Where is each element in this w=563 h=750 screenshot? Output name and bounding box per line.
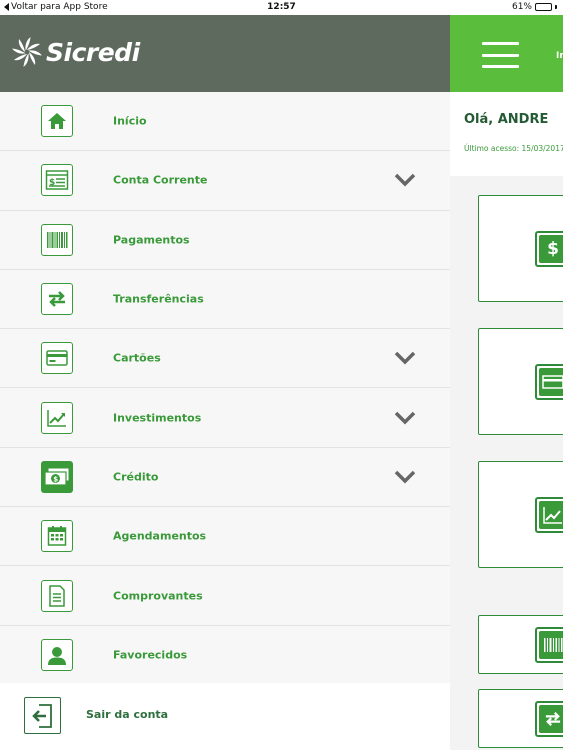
logout-icon bbox=[24, 697, 61, 734]
person-icon bbox=[41, 639, 73, 672]
home-icon bbox=[41, 105, 73, 138]
navigation-drawer: Sicredi Início $ Conta Corrente Pagament… bbox=[0, 15, 450, 750]
card-icon bbox=[535, 363, 563, 400]
menu-item-label: Favorecidos bbox=[113, 648, 188, 662]
status-bar: Voltar para App Store 12:57 61% bbox=[0, 0, 563, 15]
dollar-icon: $ bbox=[535, 230, 563, 267]
svg-text:$: $ bbox=[53, 475, 58, 483]
sicredi-logo: Sicredi bbox=[12, 37, 140, 67]
transfer-icon bbox=[41, 283, 73, 316]
hamburger-menu-icon[interactable] bbox=[482, 42, 519, 68]
menu-item-comprovantes[interactable]: Comprovantes bbox=[0, 566, 450, 626]
drawer-menu: Início $ Conta Corrente Pagamentos Trans… bbox=[0, 92, 450, 685]
shortcut-card-transferencias[interactable] bbox=[478, 689, 563, 748]
menu-item-label: Transferências bbox=[113, 292, 204, 306]
money-icon: $ bbox=[41, 460, 73, 493]
menu-item-credito[interactable]: $ Crédito bbox=[0, 448, 450, 508]
barcode-icon bbox=[41, 223, 73, 256]
calendar-icon bbox=[41, 520, 73, 553]
battery-icon bbox=[535, 3, 552, 11]
menu-item-label: Pagamentos bbox=[113, 233, 190, 247]
topbar-partial-label: In bbox=[556, 51, 563, 61]
barcode-icon bbox=[535, 626, 563, 663]
chevron-down-icon[interactable] bbox=[394, 470, 416, 484]
menu-item-inicio[interactable]: Início bbox=[0, 92, 450, 152]
brand-name: Sicredi bbox=[46, 37, 140, 67]
drawer-header: Sicredi bbox=[0, 15, 450, 92]
chevron-down-icon[interactable] bbox=[394, 173, 416, 187]
chevron-down-icon[interactable] bbox=[394, 351, 416, 365]
menu-item-label: Crédito bbox=[113, 470, 159, 484]
menu-item-label: Cartões bbox=[113, 351, 161, 365]
logout-label: Sair da conta bbox=[86, 708, 169, 721]
statement-icon: $ bbox=[41, 164, 73, 197]
logout-button[interactable]: Sair da conta bbox=[0, 683, 450, 750]
shortcut-card-conta[interactable]: $ bbox=[478, 195, 563, 302]
app-topbar: In bbox=[450, 15, 563, 92]
card-icon bbox=[41, 342, 73, 375]
menu-item-cartoes[interactable]: Cartões bbox=[0, 329, 450, 389]
menu-item-agendamentos[interactable]: Agendamentos bbox=[0, 507, 450, 567]
last-access-text: Último acesso: 15/03/2017 bbox=[464, 144, 563, 153]
chart-icon bbox=[41, 401, 73, 434]
menu-item-label: Agendamentos bbox=[113, 529, 207, 543]
chevron-down-icon[interactable] bbox=[394, 411, 416, 425]
clock: 12:57 bbox=[267, 2, 296, 12]
menu-item-label: Investimentos bbox=[113, 411, 202, 425]
menu-item-label: Comprovantes bbox=[113, 589, 203, 603]
menu-item-transferencias[interactable]: Transferências bbox=[0, 270, 450, 330]
chart-icon bbox=[535, 496, 563, 533]
greeting-text: Olá, ANDRE bbox=[464, 112, 549, 127]
transfer-icon bbox=[535, 700, 563, 737]
shortcut-card-investimentos[interactable] bbox=[478, 461, 563, 568]
sicredi-flower-icon bbox=[12, 37, 42, 67]
greeting-panel: Olá, ANDRE Último acesso: 15/03/2017 bbox=[450, 92, 563, 176]
main-content: In Olá, ANDRE Último acesso: 15/03/2017 … bbox=[450, 15, 563, 750]
menu-item-label: Início bbox=[113, 114, 147, 128]
shortcut-card-cartoes[interactable] bbox=[478, 328, 563, 435]
menu-item-conta-corrente[interactable]: $ Conta Corrente bbox=[0, 151, 450, 211]
menu-item-pagamentos[interactable]: Pagamentos bbox=[0, 211, 450, 270]
battery-percent: 61% bbox=[511, 2, 532, 12]
menu-item-label: Conta Corrente bbox=[113, 173, 208, 187]
menu-item-investimentos[interactable]: Investimentos bbox=[0, 388, 450, 448]
shortcut-card-pagamentos[interactable] bbox=[478, 615, 563, 674]
document-icon bbox=[41, 579, 73, 612]
menu-item-favorecidos[interactable]: Favorecidos bbox=[0, 626, 450, 685]
battery-indicator: 61% bbox=[512, 2, 557, 12]
